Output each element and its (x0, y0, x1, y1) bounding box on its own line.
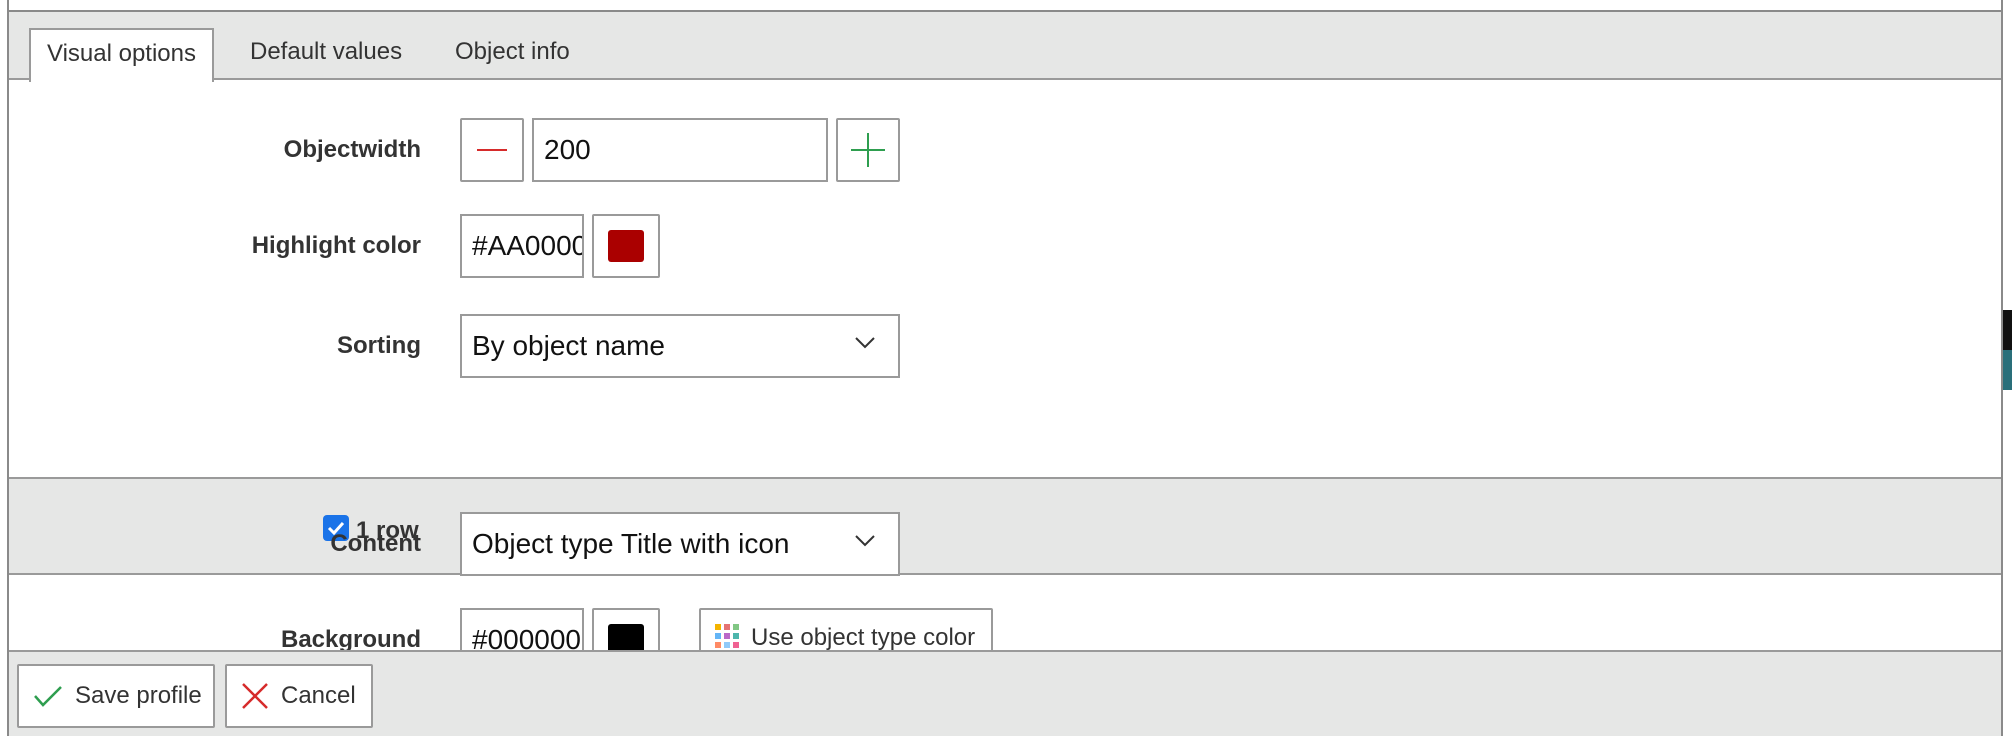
objectwidth-input[interactable]: 200 (532, 118, 828, 182)
content-label: Content (330, 530, 421, 557)
use-object-type-color-label: Use object type color (751, 624, 976, 651)
tab-object-info[interactable]: Object info (455, 28, 570, 80)
sorting-select[interactable]: By object name (460, 314, 900, 378)
chevron-down-icon (855, 535, 875, 547)
visual-options-panel: Objectwidth 200 Highlight color #AA0000 … (9, 80, 2001, 672)
decrease-width-button[interactable] (460, 118, 524, 182)
close-icon (242, 683, 268, 709)
color-grid-icon (715, 624, 739, 648)
profile-dialog: Visual options Default values Object inf… (7, 0, 2003, 736)
minus-icon (477, 149, 507, 151)
tab-bar: Visual options Default values Object inf… (9, 12, 2001, 82)
dialog-footer: Save profile Cancel (9, 650, 2001, 736)
chevron-down-icon (855, 337, 875, 349)
increase-width-button[interactable] (836, 118, 900, 182)
plus-icon (851, 133, 885, 167)
save-profile-button[interactable]: Save profile (17, 664, 215, 728)
content-select[interactable]: Object type Title with icon (460, 512, 900, 576)
content-selected-value: Object type Title with icon (472, 528, 790, 559)
save-profile-label: Save profile (75, 682, 202, 709)
checkmark-icon (34, 686, 62, 707)
row-options-band: 1 row (9, 477, 2001, 575)
cancel-button[interactable]: Cancel (225, 664, 373, 728)
tab-visual-options[interactable]: Visual options (29, 28, 214, 82)
background-page-strip (2003, 0, 2012, 736)
tab-default-values[interactable]: Default values (250, 28, 402, 80)
sorting-label: Sorting (337, 332, 421, 359)
highlight-color-picker-button[interactable] (592, 214, 660, 278)
background-teal-block (2003, 350, 2012, 390)
objectwidth-label: Objectwidth (283, 136, 421, 163)
highlight-color-input[interactable]: #AA0000 (460, 214, 584, 278)
sorting-selected-value: By object name (472, 330, 665, 361)
background-dark-block (2003, 310, 2012, 350)
highlight-color-swatch (608, 230, 644, 262)
cancel-label: Cancel (281, 682, 356, 709)
highlight-color-label: Highlight color (251, 232, 421, 259)
